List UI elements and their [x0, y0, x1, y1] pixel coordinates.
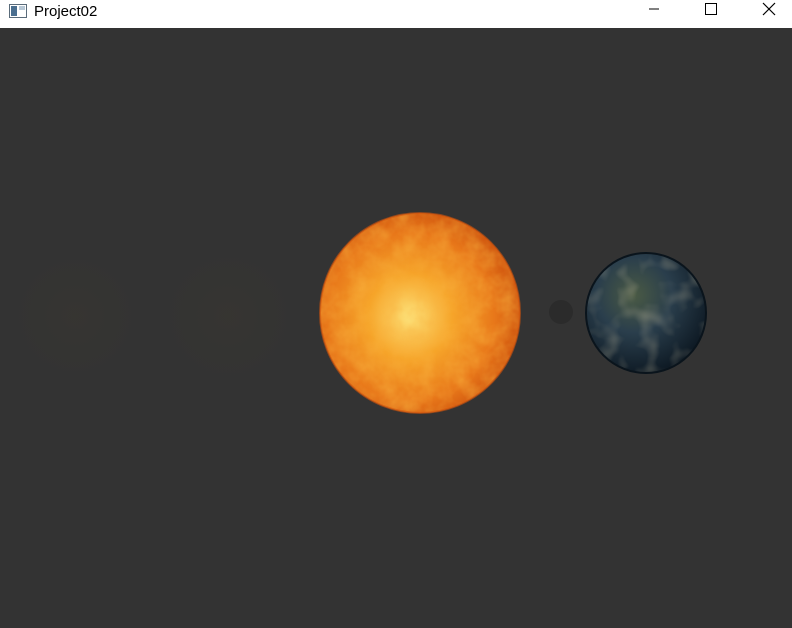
maximize-button[interactable] — [688, 0, 734, 22]
close-icon — [762, 2, 776, 21]
title-bar[interactable]: Project02 — [0, 0, 792, 28]
app-window-icon — [9, 4, 27, 18]
application-window: Project02 — [0, 0, 792, 628]
minimize-button[interactable] — [631, 0, 677, 22]
close-button[interactable] — [746, 0, 792, 22]
earth — [585, 252, 707, 374]
moon — [549, 300, 573, 324]
solar-system-scene — [13, 212, 707, 414]
faint-planet-left — [13, 254, 137, 378]
faint-planet-middle — [163, 251, 293, 381]
sun — [319, 212, 521, 414]
minimize-icon — [648, 2, 660, 20]
window-title: Project02 — [34, 3, 98, 20]
render-viewport[interactable] — [0, 28, 792, 628]
maximize-icon — [705, 2, 717, 20]
